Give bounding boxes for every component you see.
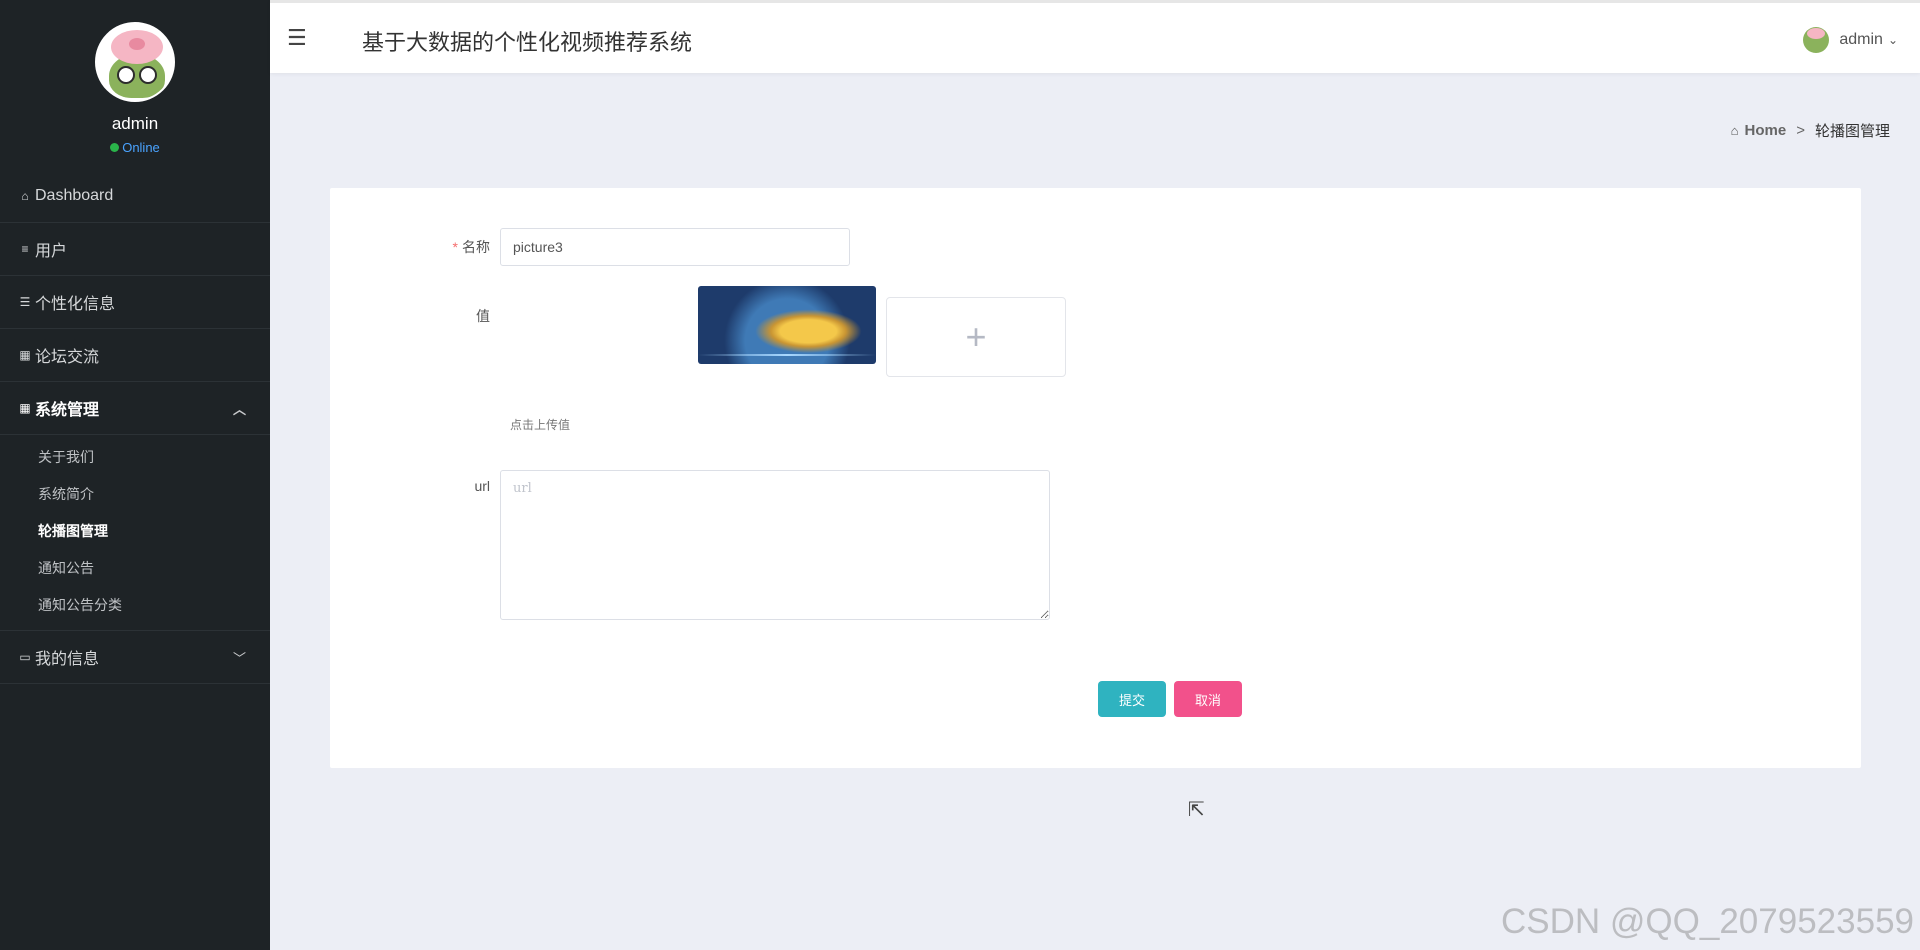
image-upload-button[interactable]: +	[886, 297, 1066, 377]
upload-hint: 点击上传值	[510, 418, 571, 432]
online-status: Online	[0, 140, 270, 155]
plus-icon: +	[965, 316, 987, 357]
profile-panel: admin Online	[0, 0, 270, 170]
system-management-submenu: 关于我们 系统简介 轮播图管理 通知公告 通知公告分类	[0, 435, 270, 631]
name-row: * 名称	[330, 228, 850, 266]
name-label: * 名称	[330, 228, 500, 266]
user-menu[interactable]: admin ⌄	[1803, 27, 1898, 53]
sidebar-item-users[interactable]: ≡ 用户	[0, 223, 270, 276]
home-icon: ⌂	[1730, 123, 1739, 138]
watermark: CSDN @QQ_2079523559	[1501, 902, 1914, 941]
grid-icon: ▦	[19, 401, 31, 415]
sidebar-item-label: 用户	[35, 243, 68, 260]
submenu-item-notices[interactable]: 通知公告	[0, 550, 270, 587]
cancel-button[interactable]: 取消	[1174, 681, 1242, 717]
sidebar: admin Online ⌂ Dashboard ≡ 用户 ☰ 个性化信息 ▦ …	[0, 0, 270, 950]
submenu-item-about-us[interactable]: 关于我们	[0, 439, 270, 476]
list-icon: ☰	[19, 295, 31, 309]
sidebar-item-my-info[interactable]: ▭ 我的信息 ﹀	[0, 631, 270, 684]
sidebar-item-dashboard[interactable]: ⌂ Dashboard	[0, 170, 270, 223]
breadcrumb-separator: >	[1796, 122, 1805, 139]
breadcrumb: ⌂ Home > 轮播图管理	[1731, 120, 1890, 141]
submenu-item-notice-categories[interactable]: 通知公告分类	[0, 587, 270, 624]
value-row: 值	[330, 306, 500, 326]
top-header: ☰ 基于大数据的个性化视频推荐系统 admin ⌄	[270, 0, 1920, 73]
home-icon: ⌂	[21, 189, 29, 203]
name-input[interactable]	[500, 228, 850, 266]
chevron-up-icon: ︿	[232, 401, 246, 417]
submit-button[interactable]: 提交	[1098, 681, 1166, 717]
sidebar-item-personalized-info[interactable]: ☰ 个性化信息	[0, 276, 270, 329]
sliders-icon: ≡	[21, 242, 29, 256]
name-label-text: 名称	[462, 239, 490, 255]
sidebar-item-label: 个性化信息	[35, 296, 116, 313]
breadcrumb-current: 轮播图管理	[1814, 123, 1890, 140]
url-textarea[interactable]	[500, 470, 1050, 620]
chevron-down-icon: ⌄	[1887, 33, 1898, 47]
submenu-item-system-intro[interactable]: 系统简介	[0, 476, 270, 513]
breadcrumb-home-link[interactable]: Home	[1745, 122, 1787, 139]
app-title: 基于大数据的个性化视频推荐系统	[362, 30, 693, 55]
url-row: url	[330, 470, 1050, 620]
profile-username: admin	[111, 114, 159, 133]
mouse-cursor-icon: ⇱	[1188, 799, 1205, 821]
sidebar-item-system-management[interactable]: ▦ 系统管理 ︿	[0, 382, 270, 435]
grid-icon: ▦	[19, 348, 31, 362]
user-menu-name: admin	[1839, 31, 1883, 48]
online-dot-icon	[110, 143, 120, 152]
sidebar-item-forum[interactable]: ▦ 论坛交流	[0, 329, 270, 382]
url-label: url	[474, 478, 490, 494]
chevron-down-icon: ﹀	[232, 650, 246, 666]
card-icon: ▭	[19, 650, 31, 664]
required-asterisk: *	[452, 239, 458, 255]
uploaded-image-thumbnail[interactable]	[698, 286, 876, 364]
value-label: 值	[476, 308, 490, 324]
sidebar-item-label: Dashboard	[35, 187, 114, 204]
submenu-item-carousel-management[interactable]: 轮播图管理	[0, 513, 270, 550]
avatar	[1803, 27, 1830, 53]
sidebar-item-label: 系统管理	[35, 402, 100, 419]
avatar[interactable]	[95, 22, 175, 102]
sidebar-item-label: 我的信息	[35, 651, 100, 668]
carousel-edit-form: *名称 值 + 点击上传值 url 提交 取消	[330, 188, 1861, 768]
sidebar-item-label: 论坛交流	[35, 349, 100, 366]
online-status-text: Online	[122, 140, 160, 155]
menu-toggle-icon[interactable]: ☰	[287, 25, 307, 51]
